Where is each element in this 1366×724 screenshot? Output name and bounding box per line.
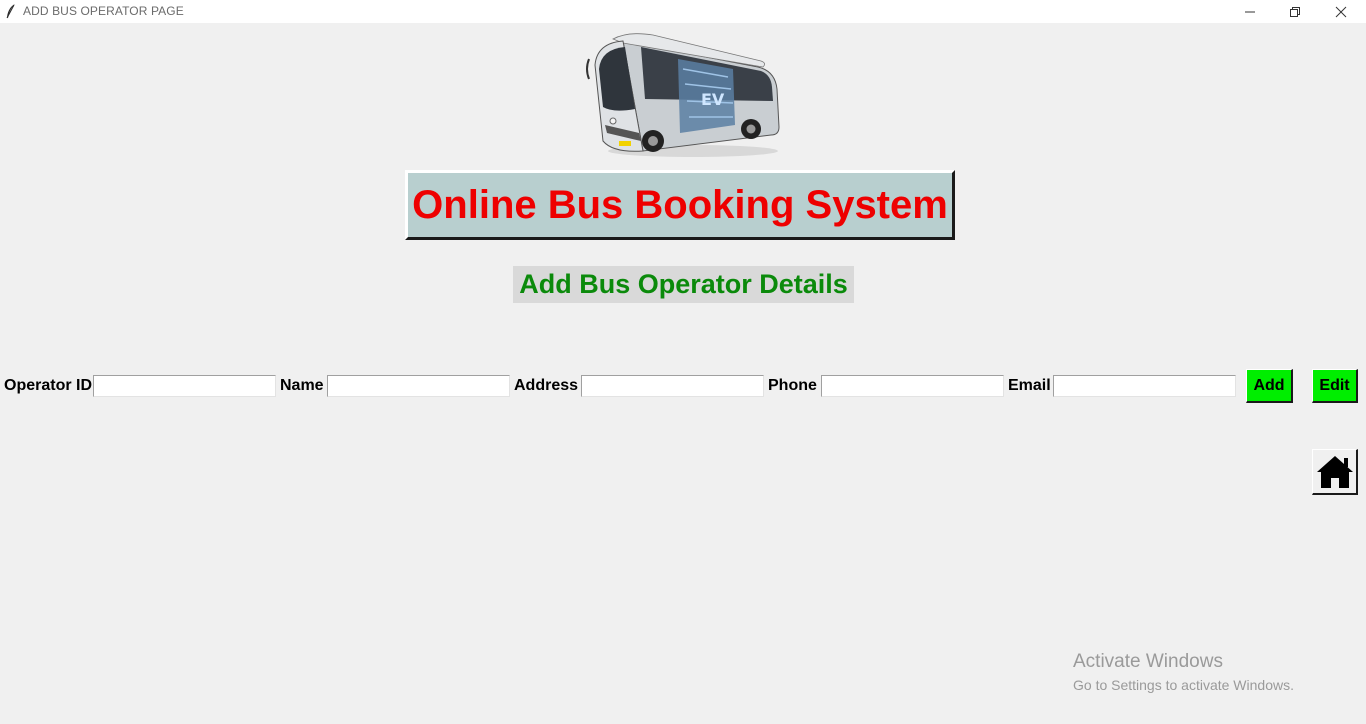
activation-watermark: Activate Windows Go to Settings to activ…: [1073, 651, 1294, 695]
edit-button[interactable]: Edit: [1312, 369, 1358, 403]
svg-text:EV: EV: [701, 90, 725, 109]
restore-button[interactable]: [1272, 0, 1318, 23]
name-label: Name: [280, 377, 324, 394]
bus-image: EV: [586, 33, 780, 157]
name-input[interactable]: [327, 375, 510, 397]
add-button[interactable]: Add: [1246, 369, 1293, 403]
minimize-button[interactable]: [1227, 0, 1273, 23]
watermark-title: Activate Windows: [1073, 651, 1223, 672]
email-label: Email: [1008, 377, 1051, 394]
phone-input[interactable]: [821, 375, 1004, 397]
operator-id-input[interactable]: [93, 375, 276, 397]
close-button[interactable]: [1318, 0, 1364, 23]
page-subheading: Add Bus Operator Details: [513, 266, 854, 303]
close-icon: [1335, 6, 1347, 17]
watermark-subtitle: Go to Settings to activate Windows.: [1073, 677, 1294, 693]
restore-icon: [1290, 6, 1300, 17]
feather-icon: [6, 4, 15, 19]
app-banner: Online Bus Booking System: [405, 170, 955, 240]
email-input[interactable]: [1053, 375, 1236, 397]
minimize-icon: [1245, 11, 1255, 12]
home-icon: [1316, 455, 1353, 488]
window-title: ADD BUS OPERATOR PAGE: [23, 4, 184, 18]
title-bar: ADD BUS OPERATOR PAGE: [0, 0, 1366, 23]
home-button[interactable]: [1312, 449, 1358, 495]
operator-id-label: Operator ID: [4, 377, 93, 394]
address-label: Address: [514, 377, 579, 394]
phone-label: Phone: [768, 377, 817, 394]
address-input[interactable]: [581, 375, 764, 397]
